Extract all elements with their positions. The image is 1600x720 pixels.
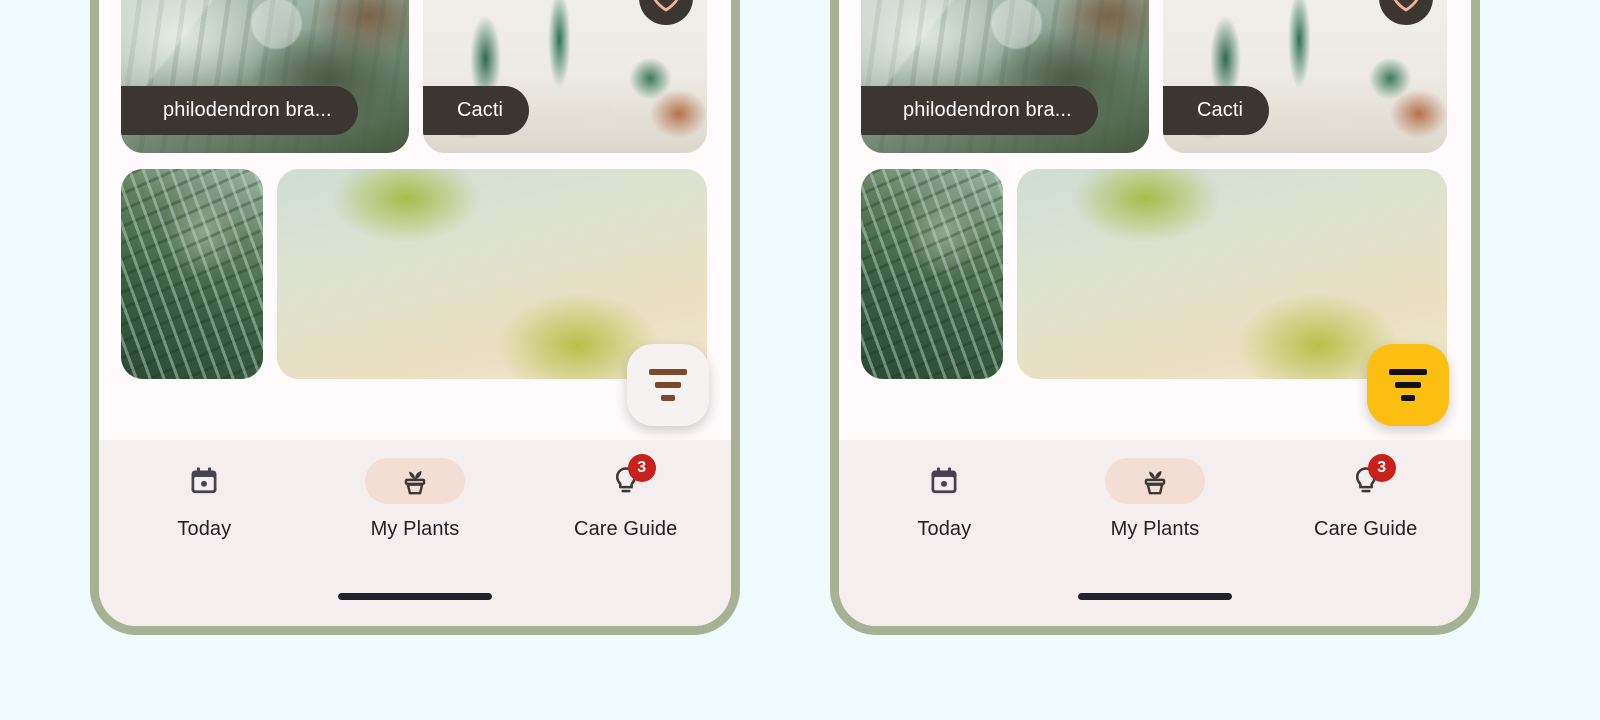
plant-photo [861,169,1003,379]
grid-row-3 [861,169,1449,379]
heart-icon [1394,0,1418,11]
heart-icon [654,0,678,11]
plant-name-chip: Cacti [423,85,530,135]
plant-name-chip: philodendron bra... [121,85,358,135]
plant-pot-icon [1144,470,1166,495]
home-indicator [338,593,492,600]
nav-label: Care Guide [574,518,678,540]
nav-item-today[interactable]: Today [839,458,1050,541]
filter-icon [1389,369,1427,401]
plant-card-philodendron[interactable]: philodendron bra... [121,0,409,153]
bottom-navigation-bar-right: Today My Plants 3 Care Guide [839,440,1471,626]
plant-card-fern[interactable] [121,169,263,379]
screenshot-stage: monstera siltepecana philodendron bra... [0,0,1600,720]
nav-label: Today [177,518,232,540]
bottom-navigation-bar-left: Today My Plants 3 Care Guide [99,440,731,626]
phone-mockup-right: monstera siltepecana philodendron bra... [830,0,1480,635]
plant-card-cacti[interactable]: Cacti [423,0,707,153]
plant-grid-left: monstera siltepecana philodendron bra... [99,0,731,440]
phone-mockup-left: monstera siltepecana philodendron bra... [90,0,740,635]
app-screen-left: monstera siltepecana philodendron bra... [99,0,731,626]
plant-pot-icon [404,470,426,495]
nav-item-my-plants[interactable]: My Plants [1050,458,1261,541]
nav-icon-container: 3 [1316,454,1416,504]
nav-label: Today [917,518,972,540]
plant-name-chip: Cacti [1163,85,1270,135]
notification-badge: 3 [627,454,656,482]
plant-card-philodendron[interactable]: philodendron bra... [861,0,1149,153]
nav-label: My Plants [1110,518,1200,540]
nav-label: My Plants [370,518,460,540]
nav-item-care-guide[interactable]: 3 Care Guide [520,454,731,541]
nav-icon-container-active [1105,458,1205,504]
plant-card-cacti[interactable]: Cacti [1163,0,1447,153]
calendar-icon [931,467,957,494]
plant-card-fern[interactable] [861,169,1003,379]
nav-icon-container [154,458,254,504]
nav-icon-container-active [365,458,465,504]
plant-photo [121,169,263,379]
grid-row-3 [121,169,709,379]
home-indicator [1078,593,1232,600]
nav-item-care-guide[interactable]: 3 Care Guide [1260,454,1471,541]
calendar-icon [191,467,217,494]
filter-fab-button[interactable] [1367,344,1449,426]
nav-icon-container: 3 [576,454,676,504]
app-screen-right: monstera siltepecana philodendron bra... [839,0,1471,626]
filter-icon [649,369,687,401]
plant-grid-right: monstera siltepecana philodendron bra... [839,0,1471,440]
filter-fab-button[interactable] [627,344,709,426]
nav-icon-container [894,458,994,504]
plant-name-chip: philodendron bra... [861,85,1098,135]
grid-row-2: philodendron bra... Cacti [861,0,1449,153]
nav-label: Care Guide [1314,518,1418,540]
nav-item-today[interactable]: Today [99,458,310,541]
nav-item-my-plants[interactable]: My Plants [310,458,521,541]
notification-badge: 3 [1367,454,1396,482]
grid-row-2: philodendron bra... Cacti [121,0,709,153]
